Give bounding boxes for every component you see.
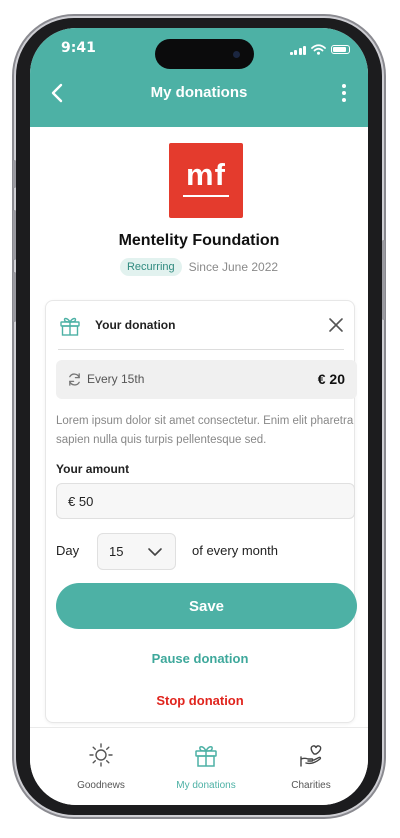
page-title: My donations — [150, 84, 248, 101]
sun-icon — [89, 743, 113, 767]
amount-input[interactable] — [56, 483, 355, 519]
mute-switch — [13, 160, 16, 188]
stop-donation-button[interactable]: Stop donation — [46, 693, 354, 708]
organization-meta: Recurring Since June 2022 — [30, 258, 368, 276]
volume-up-button — [13, 210, 16, 260]
tab-my-donations[interactable]: My donations — [150, 742, 262, 791]
wifi-icon — [311, 44, 326, 55]
since-date: Since June 2022 — [188, 260, 279, 274]
status-icons — [289, 44, 350, 55]
power-button — [382, 240, 385, 320]
tab-charities[interactable]: Charities — [255, 742, 367, 791]
gift-icon — [195, 746, 217, 767]
signal-icon — [289, 45, 306, 55]
amount-label: Your amount — [56, 462, 130, 476]
organization-name: Mentelity Foundation — [118, 232, 280, 249]
organization-logo: mf — [169, 143, 243, 218]
more-options-icon[interactable] — [340, 83, 348, 103]
tab-label: Charities — [291, 780, 331, 791]
logo-underline — [183, 195, 229, 197]
gift-icon — [60, 317, 80, 336]
card-title: Your donation — [95, 318, 176, 332]
current-schedule: Every 15th € 20 — [56, 360, 357, 399]
chevron-down-icon — [148, 548, 162, 556]
pause-donation-button[interactable]: Pause donation — [46, 651, 354, 666]
day-suffix: of every month — [192, 543, 278, 558]
tab-goodnews[interactable]: Goodnews — [45, 742, 157, 791]
refresh-icon — [69, 373, 80, 386]
tab-label: My donations — [176, 780, 236, 791]
close-icon[interactable] — [328, 317, 344, 333]
camera-dot — [233, 51, 240, 58]
description: Lorem ipsum dolor sit amet consectetur. … — [56, 415, 354, 446]
volume-down-button — [13, 272, 16, 322]
status-time: 9:41 — [61, 40, 96, 56]
schedule-amount: € 20 — [317, 371, 345, 387]
tab-label: Goodnews — [77, 780, 125, 791]
battery-icon — [331, 45, 350, 54]
day-select[interactable]: 15 — [97, 533, 176, 570]
donation-card: Your donation Every 15th € 20 Lorem ipsu… — [45, 300, 357, 723]
save-button[interactable]: Save — [56, 583, 357, 629]
header: 9:41 My donations — [30, 28, 368, 127]
screen: 9:41 My donations mf Mentelity Foundatio… — [30, 28, 368, 805]
day-select-value: 15 — [109, 544, 124, 559]
day-label: Day — [56, 543, 80, 558]
status-badge: Recurring — [119, 258, 182, 276]
schedule-label: Every 15th — [87, 372, 145, 386]
card-header: Your donation — [58, 311, 344, 350]
dynamic-island — [155, 39, 254, 69]
heart-hand-icon — [300, 745, 322, 767]
logo-text: mf — [186, 157, 226, 192]
tab-bar: Goodnews My donations Charities — [30, 727, 368, 805]
